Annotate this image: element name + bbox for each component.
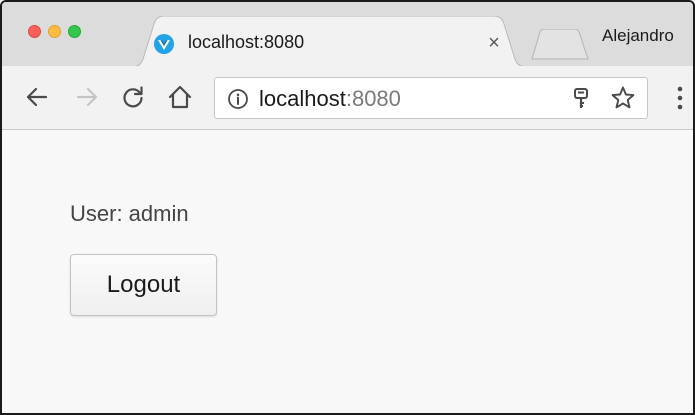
vue-favicon-icon	[154, 34, 174, 54]
address-bar[interactable]: localhost:8080	[214, 77, 648, 119]
url-port: :8080	[345, 86, 401, 111]
url-text[interactable]: localhost:8080	[259, 86, 401, 112]
browser-window: localhost:8080 × Alejandro localhost:808…	[0, 0, 695, 415]
back-arrow-icon[interactable]	[24, 84, 50, 110]
forward-arrow-icon[interactable]	[74, 84, 100, 110]
page-content: User: admin Logout	[2, 130, 693, 413]
home-icon[interactable]	[167, 84, 193, 110]
new-tab-button[interactable]	[530, 28, 592, 61]
browser-toolbar: localhost:8080	[2, 66, 693, 130]
tab-localhost[interactable]: localhost:8080 ×	[130, 16, 528, 67]
logout-button[interactable]: Logout	[70, 254, 217, 316]
profile-name[interactable]: Alejandro	[602, 26, 674, 46]
info-icon[interactable]	[227, 88, 249, 110]
url-host: localhost	[259, 86, 346, 111]
key-icon[interactable]	[572, 87, 590, 111]
star-icon[interactable]	[610, 85, 636, 111]
vertical-dots-icon[interactable]	[674, 84, 686, 112]
minimize-window-button[interactable]	[48, 25, 61, 38]
tab-title: localhost:8080	[188, 32, 305, 52]
user-label: User: admin	[70, 201, 189, 226]
reload-icon[interactable]	[120, 84, 146, 110]
tab-close-icon[interactable]: ×	[484, 32, 504, 54]
close-window-button[interactable]	[28, 25, 41, 38]
maximize-window-button[interactable]	[68, 25, 81, 38]
tab-strip: localhost:8080 × Alejandro	[2, 2, 693, 67]
